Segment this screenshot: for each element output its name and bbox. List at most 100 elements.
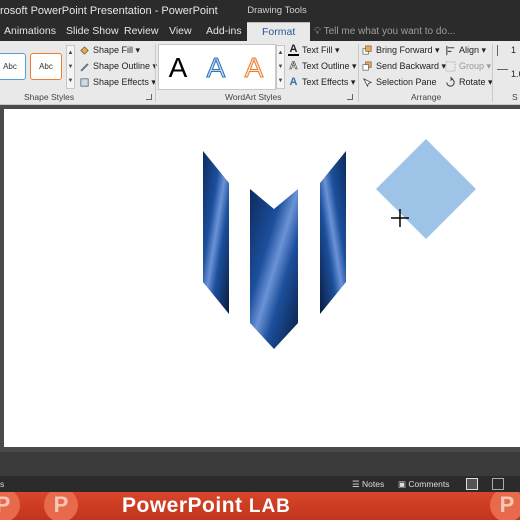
group-label-shape-styles: Shape Styles [24,92,75,102]
rotate-icon [446,77,455,87]
wordart-launcher-icon[interactable] [347,94,353,100]
shape-effects-button[interactable]: Shape Effects ▾ [79,75,156,90]
height-field[interactable]: 1 [497,43,516,58]
shape-style-preset-1[interactable]: Abc [0,53,26,80]
shape-styles-launcher-icon[interactable] [146,94,152,100]
slide-shapes [203,139,476,349]
title-bar: rosoft PowerPoint Presentation - PowerPo… [0,0,520,22]
shape-effects-icon [80,78,89,87]
shape-style-preset-2[interactable]: Abc [30,53,62,80]
scroll-up-icon[interactable]: ▲ [277,46,284,60]
powerpoint-logo-icon: P [44,492,78,520]
tab-view[interactable]: View [169,22,192,41]
text-effects-button[interactable]: A Text Effects ▾ [288,75,356,90]
powerpoint-logo-icon: P [0,492,20,520]
tell-me-search[interactable]: 💡︎ Tell me what you want to do... [314,22,455,41]
more-icon[interactable]: ▼ [67,74,74,88]
comment-icon: ▣ [398,479,407,489]
pencil-icon [80,63,89,72]
group-button[interactable]: Group ▾ [445,59,491,74]
shape-styles-gallery-scroll[interactable]: ▲ ▼ ▼ [66,45,75,89]
comments-button[interactable]: ▣ Comments [398,478,450,490]
slide-canvas[interactable] [4,109,520,447]
shape-fill-button[interactable]: Shape Fill ▾ [79,43,140,58]
wordart-preset-blue-outline[interactable]: A [199,49,233,87]
text-outline-button[interactable]: A Text Outline ▾ [288,59,356,74]
text-effects-label: Text Effects [302,77,349,87]
right-chevron-bar[interactable] [320,151,346,314]
watermark-banner: P P PowerPoint LAB P [0,492,520,520]
send-backward-label: Send Backward [376,61,440,71]
diamond-shape[interactable] [376,139,476,239]
scroll-up-icon[interactable]: ▲ [67,46,74,60]
scroll-down-icon[interactable]: ▼ [277,60,284,74]
slide-sorter-icon[interactable] [492,478,504,490]
text-outline-label: Text Outline [302,61,350,71]
group-label: Group [459,61,485,71]
divider [358,44,359,102]
left-chevron-bar[interactable] [203,151,229,314]
tab-format[interactable]: Format [247,22,311,41]
group-icon [445,61,456,72]
scroll-down-icon[interactable]: ▼ [67,60,74,74]
tab-animations[interactable]: Animations [4,22,56,41]
group-label-arrange: Arrange [411,92,442,102]
text-fill-label: Text Fill [302,45,333,55]
group-label-size: S [512,92,518,102]
shape-outline-button[interactable]: Shape Outline ▾ [79,59,157,74]
divider [155,44,156,102]
banner-lab: LAB [248,496,291,517]
notes-label: Notes [362,479,385,489]
normal-view-icon[interactable] [466,478,478,490]
tell-me-text: Tell me what you want to do... [323,26,456,37]
bring-forward-label: Bring Forward [376,45,433,55]
paint-bucket-icon [80,46,89,55]
wordart-gallery-scroll[interactable]: ▲ ▼ ▼ [276,45,285,89]
tab-review[interactable]: Review [124,22,158,41]
more-icon[interactable]: ▼ [277,74,284,88]
banner-brand: PowerPoint [122,494,243,517]
bring-forward-icon [362,45,372,55]
selection-pane-label: Selection Pane [376,77,437,87]
group-label-wordart-styles: WordArt Styles [225,92,282,102]
notes-button[interactable]: ☰ Notes [352,478,384,490]
status-left-text: s [0,479,5,489]
lightbulb-icon: 💡︎ [314,26,321,37]
shape-fill-label: Shape Fill [93,45,134,55]
width-field[interactable]: 1.6 [497,67,520,82]
rotate-button[interactable]: Rotate ▾ [445,75,493,90]
send-backward-button[interactable]: Send Backward ▾ [362,59,446,74]
slide-editor [0,105,520,452]
banner-title: PowerPoint LAB [122,494,291,518]
center-chevron-bar[interactable] [250,189,298,349]
width-icon [497,69,508,80]
comments-label: Comments [408,479,450,489]
rotate-label: Rotate [459,77,486,87]
wordart-preset-black[interactable]: A [161,49,195,87]
width-value: 1.6 [511,69,520,79]
status-bar: s ☰ Notes ▣ Comments [0,476,520,492]
wordart-preset-orange-outline[interactable]: A [237,49,271,87]
context-tab-label: Drawing Tools [247,5,307,16]
ribbon-tabs: Animations Slide Show Review View Add-in… [0,22,520,41]
selection-pane-icon [363,78,373,88]
align-icon [446,46,455,56]
bring-forward-button[interactable]: Bring Forward ▾ [362,43,440,58]
text-fill-button[interactable]: A Text Fill ▾ [288,43,340,58]
text-outline-icon: A [289,60,298,73]
powerpoint-logo-icon: P [490,492,520,520]
send-backward-icon [362,61,372,71]
window-title: rosoft PowerPoint Presentation - PowerPo… [0,5,218,17]
selection-pane-button[interactable]: Selection Pane [362,75,437,90]
tab-slide-show[interactable]: Slide Show [66,22,119,41]
notes-icon: ☰ [352,479,360,489]
divider [492,44,493,102]
shape-effects-label: Shape Effects [93,77,149,87]
text-effects-icon: A [289,76,298,89]
shape-outline-label: Shape Outline [93,61,151,71]
wordart-gallery: A A A [158,44,276,90]
align-button[interactable]: Align ▾ [445,43,486,58]
text-fill-icon: A [288,43,299,57]
height-value: 1 [511,45,517,55]
tab-add-ins[interactable]: Add-ins [206,22,242,41]
